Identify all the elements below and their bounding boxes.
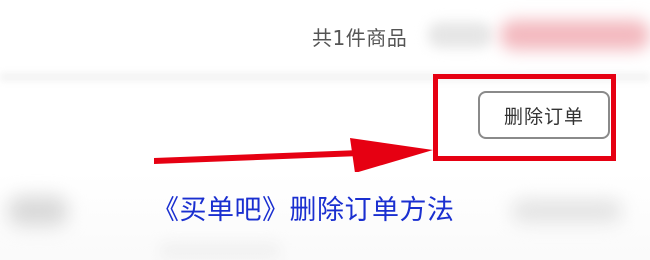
blurred-bottom-element [160, 244, 280, 258]
order-summary-row: 共1件商品 [0, 0, 650, 72]
screenshot-stage: 共1件商品 删除订单 《买单吧》删除订单方法 [0, 0, 650, 260]
blurred-right-element [512, 200, 622, 222]
blurred-amount-label [428, 22, 492, 48]
highlight-annotation-box [433, 74, 616, 161]
arrow-right-icon [154, 138, 433, 173]
blurred-left-element [8, 196, 68, 226]
item-count-label: 共1件商品 [312, 26, 408, 50]
blurred-total-price [500, 20, 650, 50]
tutorial-caption: 《买单吧》删除订单方法 [152, 195, 455, 226]
